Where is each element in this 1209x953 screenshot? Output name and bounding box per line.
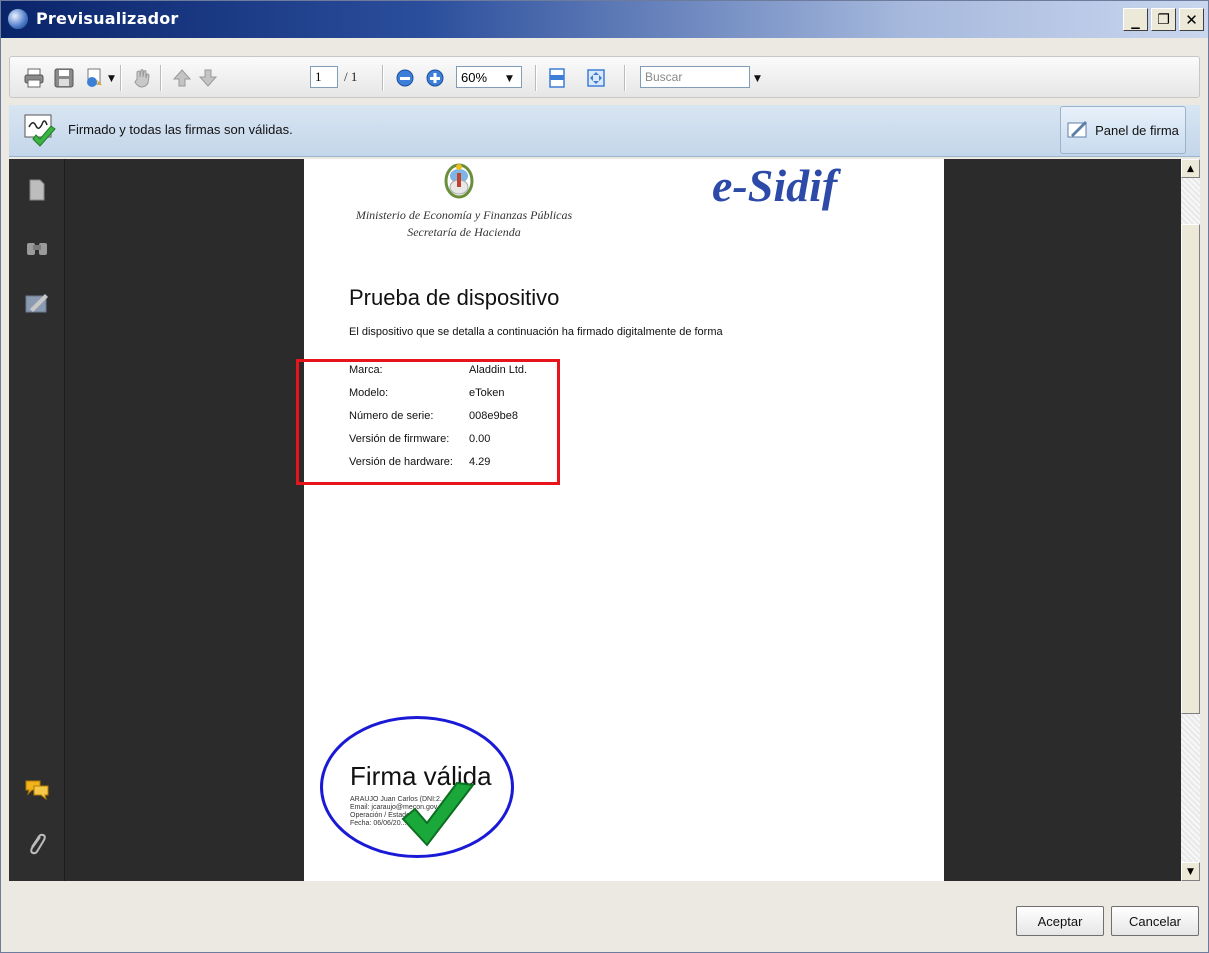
- scroll-up-button[interactable]: ▲: [1181, 159, 1200, 178]
- search-binoculars-icon[interactable]: [23, 233, 51, 261]
- minimize-button[interactable]: _: [1123, 8, 1148, 31]
- signature-panel-label: Panel de firma: [1095, 122, 1179, 138]
- highlight-rectangle: [296, 359, 560, 485]
- restore-button[interactable]: ❐: [1151, 8, 1176, 31]
- window-title: Previsualizador: [36, 9, 179, 28]
- separator: [382, 65, 384, 91]
- hand-icon[interactable]: [130, 66, 154, 90]
- comments-icon[interactable]: [23, 775, 51, 803]
- pages-icon[interactable]: [23, 176, 51, 204]
- signature-panel-button[interactable]: Panel de firma: [1060, 106, 1186, 154]
- chevron-down-icon[interactable]: ▼: [754, 74, 761, 84]
- page-total: / 1: [344, 69, 358, 84]
- zoom-in-icon[interactable]: [423, 66, 447, 90]
- close-button[interactable]: ✕: [1179, 8, 1204, 31]
- signature-status-text: Firmado y todas las firmas son válidas.: [68, 122, 293, 137]
- title-bar[interactable]: Previsualizador _ ❐ ✕: [1, 1, 1208, 38]
- document-intro: El dispositivo que se detalla a continua…: [349, 326, 723, 338]
- separator: [120, 65, 122, 91]
- separator: [160, 65, 162, 91]
- scroll-thumb[interactable]: [1181, 224, 1200, 714]
- chevron-down-icon[interactable]: ▼: [108, 74, 115, 84]
- separator: [535, 65, 537, 91]
- navigation-panel: [9, 159, 65, 881]
- accept-button[interactable]: Aceptar: [1016, 906, 1104, 936]
- prev-page-icon[interactable]: [170, 66, 194, 90]
- signatures-icon[interactable]: [23, 289, 51, 317]
- zoom-out-icon[interactable]: [393, 66, 417, 90]
- app-icon: [7, 8, 29, 30]
- pen-icon: [1067, 119, 1089, 142]
- esidif-logo: e-Sidif: [712, 160, 838, 211]
- export-icon[interactable]: [82, 66, 106, 90]
- preview-window: Previsualizador _ ❐ ✕ ▼ 1 / 1 60% ▼ Busc…: [0, 0, 1209, 953]
- separator: [624, 65, 626, 91]
- signature-status-bar: Firmado y todas las firmas son válidas. …: [9, 105, 1200, 157]
- save-icon[interactable]: [52, 66, 76, 90]
- vertical-scrollbar[interactable]: ▲ ▼: [1181, 159, 1200, 881]
- next-page-icon[interactable]: [196, 66, 220, 90]
- scroll-down-button[interactable]: ▼: [1181, 862, 1200, 881]
- chevron-down-icon[interactable]: ▼: [506, 74, 513, 84]
- page-number-input[interactable]: 1: [310, 66, 338, 88]
- document-viewer[interactable]: Ministerio de Economía y Finanzas Públic…: [65, 159, 1181, 881]
- signature-valid-icon: [23, 113, 59, 149]
- attachments-icon[interactable]: [23, 831, 51, 859]
- search-input[interactable]: Buscar: [640, 66, 750, 88]
- viewer-toolbar: ▼ 1 / 1 60% ▼ Buscar ▼: [9, 56, 1200, 98]
- coat-of-arms-icon: [442, 161, 476, 201]
- fit-page-icon[interactable]: [584, 66, 608, 90]
- document-title: Prueba de dispositivo: [349, 285, 560, 310]
- fit-width-icon[interactable]: [545, 66, 569, 90]
- ministry-name: Ministerio de Economía y Finanzas Públic…: [355, 208, 573, 222]
- highlight-ellipse: [320, 716, 514, 858]
- cancel-button[interactable]: Cancelar: [1111, 906, 1199, 936]
- secretariat-name: Secretaría de Hacienda: [407, 225, 521, 239]
- print-icon[interactable]: [22, 66, 46, 90]
- ministry-header: Ministerio de Economía y Finanzas Públic…: [344, 207, 584, 241]
